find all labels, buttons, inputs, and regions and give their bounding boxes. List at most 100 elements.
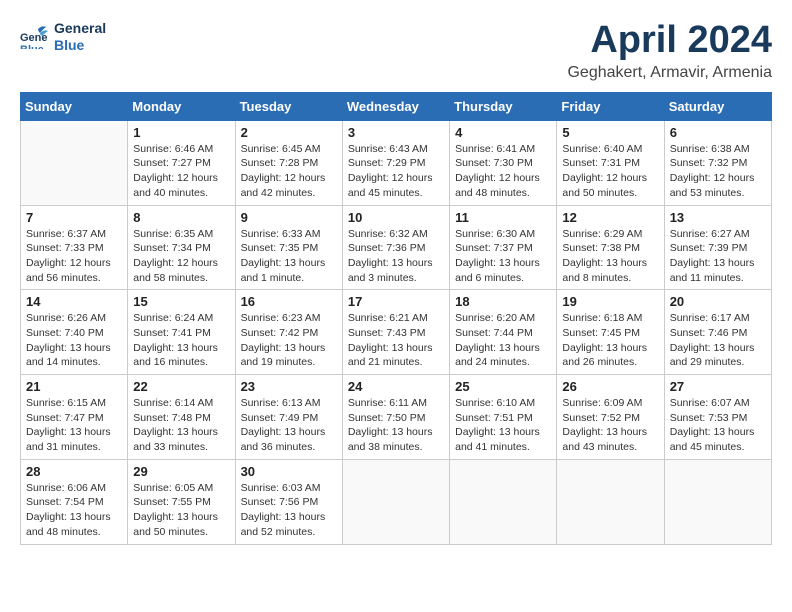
calendar-cell (21, 120, 128, 205)
weekday-header: Friday (557, 92, 664, 120)
day-number: 7 (26, 210, 122, 225)
calendar-cell: 2 Sunrise: 6:45 AMSunset: 7:28 PMDaylight… (235, 120, 342, 205)
day-number: 14 (26, 294, 122, 309)
calendar-week-row: 21 Sunrise: 6:15 AMSunset: 7:47 PMDayligh… (21, 375, 772, 460)
page-header: General Blue General Blue April 2024 Geg… (20, 20, 772, 82)
calendar-cell: 16 Sunrise: 6:23 AMSunset: 7:42 PMDayligh… (235, 290, 342, 375)
calendar-cell: 10 Sunrise: 6:32 AMSunset: 7:36 PMDayligh… (342, 205, 449, 290)
calendar-cell: 26Sunrise: 6:09 AMSunset: 7:52 PMDayligh… (557, 375, 664, 460)
day-number: 21 (26, 379, 122, 394)
day-number: 19 (562, 294, 658, 309)
calendar-week-row: 14 Sunrise: 6:26 AMSunset: 7:40 PMDayligh… (21, 290, 772, 375)
calendar-cell (664, 459, 771, 544)
day-info: Sunrise: 6:09 AMSunset: 7:52 PMDaylight:… (562, 396, 658, 455)
day-number: 3 (348, 125, 444, 140)
day-info: Sunrise: 6:23 AMSunset: 7:42 PMDaylight:… (241, 311, 337, 370)
day-info: Sunrise: 6:33 AMSunset: 7:35 PMDaylight:… (241, 227, 337, 286)
day-info: Sunrise: 6:30 AMSunset: 7:37 PMDaylight:… (455, 227, 551, 286)
day-info: Sunrise: 6:17 AMSunset: 7:46 PMDaylight:… (670, 311, 766, 370)
day-info: Sunrise: 6:43 AMSunset: 7:29 PMDaylight:… (348, 142, 444, 201)
day-number: 15 (133, 294, 229, 309)
calendar-cell: 14 Sunrise: 6:26 AMSunset: 7:40 PMDayligh… (21, 290, 128, 375)
calendar-cell: 27 Sunrise: 6:07 AMSunset: 7:53 PMDayligh… (664, 375, 771, 460)
day-number: 22 (133, 379, 229, 394)
weekday-header: Sunday (21, 92, 128, 120)
day-number: 1 (133, 125, 229, 140)
weekday-header: Wednesday (342, 92, 449, 120)
calendar-cell: 8Sunrise: 6:35 AMSunset: 7:34 PMDaylight… (128, 205, 235, 290)
svg-text:Blue: Blue (20, 44, 44, 49)
calendar-cell: 30 Sunrise: 6:03 AMSunset: 7:56 PMDayligh… (235, 459, 342, 544)
calendar-cell: 13Sunrise: 6:27 AMSunset: 7:39 PMDayligh… (664, 205, 771, 290)
day-number: 9 (241, 210, 337, 225)
logo-icon: General Blue (20, 21, 48, 49)
day-number: 5 (562, 125, 658, 140)
calendar-cell: 15 Sunrise: 6:24 AMSunset: 7:41 PMDayligh… (128, 290, 235, 375)
calendar-cell: 12 Sunrise: 6:29 AMSunset: 7:38 PMDayligh… (557, 205, 664, 290)
day-number: 29 (133, 464, 229, 479)
day-number: 2 (241, 125, 337, 140)
day-number: 8 (133, 210, 229, 225)
weekday-header: Monday (128, 92, 235, 120)
calendar-cell: 19Sunrise: 6:18 AMSunset: 7:45 PMDayligh… (557, 290, 664, 375)
calendar-cell: 4 Sunrise: 6:41 AMSunset: 7:30 PMDaylight… (450, 120, 557, 205)
calendar-cell: 5 Sunrise: 6:40 AMSunset: 7:31 PMDaylight… (557, 120, 664, 205)
day-number: 12 (562, 210, 658, 225)
day-info: Sunrise: 6:32 AMSunset: 7:36 PMDaylight:… (348, 227, 444, 286)
calendar-cell (342, 459, 449, 544)
weekday-header: Thursday (450, 92, 557, 120)
month-title: April 2024 (567, 20, 772, 62)
calendar-cell: 23 Sunrise: 6:13 AMSunset: 7:49 PMDayligh… (235, 375, 342, 460)
calendar-cell: 3 Sunrise: 6:43 AMSunset: 7:29 PMDaylight… (342, 120, 449, 205)
day-number: 23 (241, 379, 337, 394)
calendar-cell: 11 Sunrise: 6:30 AMSunset: 7:37 PMDayligh… (450, 205, 557, 290)
day-info: Sunrise: 6:40 AMSunset: 7:31 PMDaylight:… (562, 142, 658, 201)
day-info: Sunrise: 6:07 AMSunset: 7:53 PMDaylight:… (670, 396, 766, 455)
day-info: Sunrise: 6:29 AMSunset: 7:38 PMDaylight:… (562, 227, 658, 286)
day-number: 10 (348, 210, 444, 225)
day-number: 30 (241, 464, 337, 479)
calendar-cell: 1Sunrise: 6:46 AMSunset: 7:27 PMDaylight… (128, 120, 235, 205)
day-info: Sunrise: 6:41 AMSunset: 7:30 PMDaylight:… (455, 142, 551, 201)
calendar-cell: 18Sunrise: 6:20 AMSunset: 7:44 PMDayligh… (450, 290, 557, 375)
title-block: April 2024 Geghakert, Armavir, Armenia (567, 20, 772, 82)
calendar-header-row: SundayMondayTuesdayWednesdayThursdayFrid… (21, 92, 772, 120)
day-number: 4 (455, 125, 551, 140)
weekday-header: Tuesday (235, 92, 342, 120)
calendar-cell: 17Sunrise: 6:21 AMSunset: 7:43 PMDayligh… (342, 290, 449, 375)
logo-line1: General (54, 20, 106, 37)
calendar-cell: 6Sunrise: 6:38 AMSunset: 7:32 PMDaylight… (664, 120, 771, 205)
day-number: 11 (455, 210, 551, 225)
day-number: 25 (455, 379, 551, 394)
day-number: 18 (455, 294, 551, 309)
day-number: 16 (241, 294, 337, 309)
day-number: 13 (670, 210, 766, 225)
day-info: Sunrise: 6:14 AMSunset: 7:48 PMDaylight:… (133, 396, 229, 455)
calendar-cell: 7Sunrise: 6:37 AMSunset: 7:33 PMDaylight… (21, 205, 128, 290)
day-number: 27 (670, 379, 766, 394)
day-info: Sunrise: 6:45 AMSunset: 7:28 PMDaylight:… (241, 142, 337, 201)
calendar-week-row: 1Sunrise: 6:46 AMSunset: 7:27 PMDaylight… (21, 120, 772, 205)
day-info: Sunrise: 6:15 AMSunset: 7:47 PMDaylight:… (26, 396, 122, 455)
day-info: Sunrise: 6:21 AMSunset: 7:43 PMDaylight:… (348, 311, 444, 370)
calendar-week-row: 28 Sunrise: 6:06 AMSunset: 7:54 PMDayligh… (21, 459, 772, 544)
calendar-cell: 21 Sunrise: 6:15 AMSunset: 7:47 PMDayligh… (21, 375, 128, 460)
calendar-cell: 25Sunrise: 6:10 AMSunset: 7:51 PMDayligh… (450, 375, 557, 460)
day-number: 28 (26, 464, 122, 479)
calendar-cell: 9 Sunrise: 6:33 AMSunset: 7:35 PMDaylight… (235, 205, 342, 290)
day-info: Sunrise: 6:24 AMSunset: 7:41 PMDaylight:… (133, 311, 229, 370)
logo-line2: Blue (54, 37, 106, 54)
day-number: 24 (348, 379, 444, 394)
calendar-week-row: 7Sunrise: 6:37 AMSunset: 7:33 PMDaylight… (21, 205, 772, 290)
calendar-cell (450, 459, 557, 544)
day-info: Sunrise: 6:38 AMSunset: 7:32 PMDaylight:… (670, 142, 766, 201)
calendar-table: SundayMondayTuesdayWednesdayThursdayFrid… (20, 92, 772, 545)
day-info: Sunrise: 6:11 AMSunset: 7:50 PMDaylight:… (348, 396, 444, 455)
day-number: 20 (670, 294, 766, 309)
day-info: Sunrise: 6:06 AMSunset: 7:54 PMDaylight:… (26, 481, 122, 540)
day-info: Sunrise: 6:13 AMSunset: 7:49 PMDaylight:… (241, 396, 337, 455)
calendar-cell: 20 Sunrise: 6:17 AMSunset: 7:46 PMDayligh… (664, 290, 771, 375)
calendar-cell: 28 Sunrise: 6:06 AMSunset: 7:54 PMDayligh… (21, 459, 128, 544)
day-info: Sunrise: 6:26 AMSunset: 7:40 PMDaylight:… (26, 311, 122, 370)
day-info: Sunrise: 6:03 AMSunset: 7:56 PMDaylight:… (241, 481, 337, 540)
